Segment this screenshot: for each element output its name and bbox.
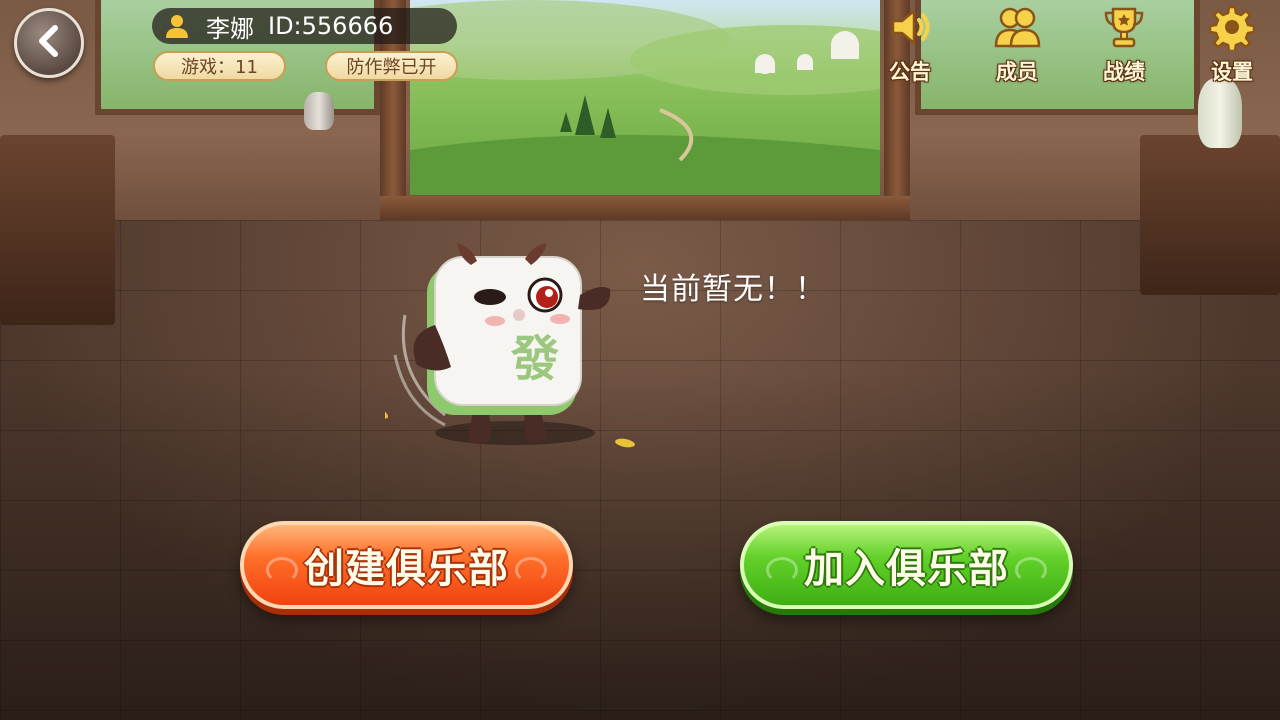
landscape-window	[330, 0, 950, 195]
background-scene	[0, 0, 1280, 720]
right-table	[1140, 135, 1280, 295]
plant-pot	[304, 92, 334, 130]
window-sill	[380, 196, 910, 220]
join-club-label: 加入俱乐部	[804, 546, 1009, 592]
empty-state-message: 当前暂无！！	[640, 272, 826, 307]
cloud-ornament-icon	[766, 557, 798, 583]
settings-label: 设置	[1211, 60, 1253, 84]
settings-button[interactable]: 设置	[1197, 4, 1267, 86]
mahjong-mascot: 發	[371, 235, 635, 460]
members-icon	[992, 4, 1042, 54]
left-cabinet	[0, 135, 115, 325]
cloud-ornament-icon	[266, 557, 298, 583]
cloud-ornament-icon	[1015, 557, 1047, 583]
members-button[interactable]: 成员	[982, 4, 1052, 86]
speaker-icon	[887, 4, 933, 54]
anticheat-badge: 防作弊已开	[325, 51, 458, 81]
create-club-button[interactable]: 创建俱乐部	[240, 521, 573, 609]
members-label: 成员	[996, 60, 1038, 84]
user-id: ID:556666	[268, 12, 394, 40]
user-name: 李娜	[206, 14, 254, 43]
cloud-ornament-icon	[515, 557, 547, 583]
create-club-label: 创建俱乐部	[304, 546, 509, 592]
vase	[1198, 78, 1242, 148]
records-label: 战绩	[1103, 60, 1145, 84]
chevron-left-icon	[34, 24, 64, 62]
back-button[interactable]	[14, 8, 84, 78]
gear-icon	[1208, 4, 1256, 54]
announcement-button[interactable]: 公告	[875, 4, 945, 86]
records-button[interactable]: 战绩	[1089, 4, 1159, 86]
tile-character: 發	[510, 331, 559, 387]
announcement-label: 公告	[889, 60, 931, 84]
trophy-icon	[1101, 4, 1147, 54]
games-count-badge: 游戏：11	[153, 51, 286, 81]
user-info-bar: 李娜 ID:556666	[152, 8, 457, 44]
landscape-art	[330, 0, 950, 195]
join-club-button[interactable]: 加入俱乐部	[740, 521, 1073, 609]
user-icon	[162, 11, 192, 41]
